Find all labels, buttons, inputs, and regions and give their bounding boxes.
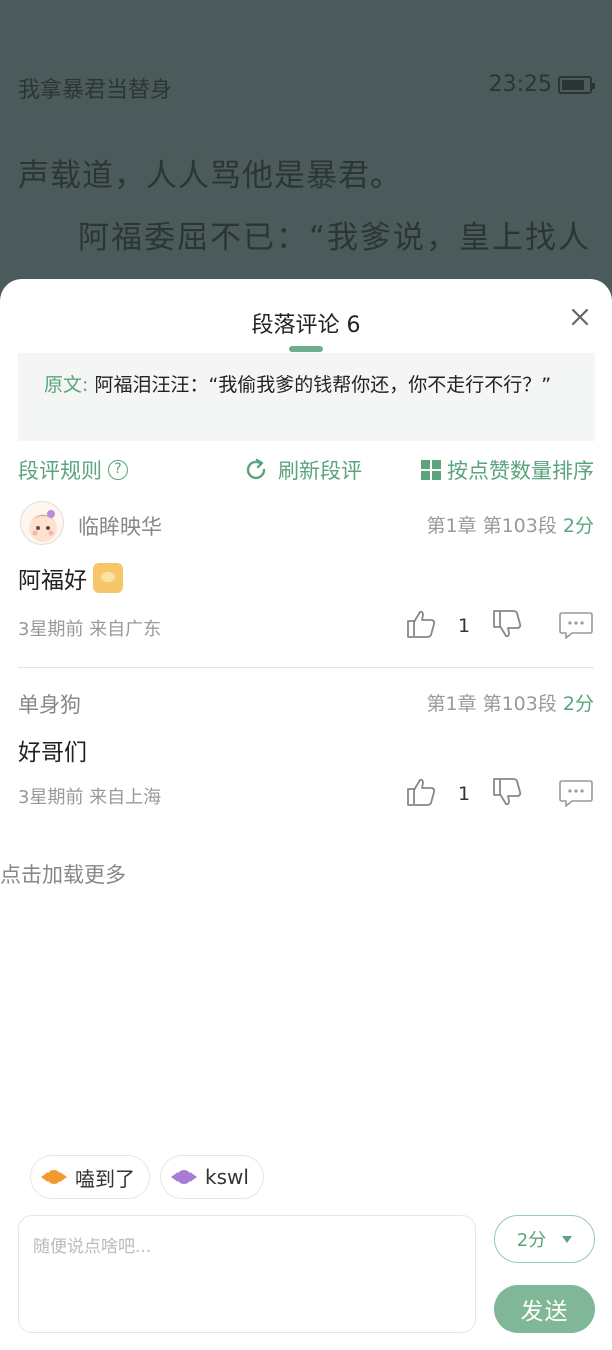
reply-icon[interactable] xyxy=(558,779,594,807)
quote-text: 阿福泪汪汪：“我偷我爹的钱帮你还，你不走行不行？” xyxy=(94,374,552,396)
paragraph-comment-sheet: 段落评论 6 原文: 阿福泪汪汪：“我偷我爹的钱帮你还，你不走行不行？” 段评规… xyxy=(0,279,612,1350)
tab-indicator xyxy=(289,346,323,352)
thumbs-up-icon[interactable] xyxy=(404,607,438,641)
divider xyxy=(18,667,594,668)
chip-label: kswl xyxy=(205,1165,249,1189)
comment-text: 好哥们 xyxy=(18,740,87,766)
grid-icon xyxy=(421,460,441,480)
score-value: 2分 xyxy=(516,1230,547,1251)
score-select[interactable]: 2分 xyxy=(494,1215,595,1263)
comment-item: 临眸映华 第1章 第103段 2分 阿福好 3星期前 来自广东 1 xyxy=(18,501,594,647)
comment-score: 2分 xyxy=(562,515,594,537)
refresh-icon xyxy=(246,458,266,480)
comment-item: 单身狗 第1章 第103段 2分 好哥们 3星期前 来自上海 1 xyxy=(18,679,594,815)
reply-icon[interactable] xyxy=(558,611,594,639)
send-button[interactable]: 发送 xyxy=(494,1285,595,1333)
sticker-emoji-icon xyxy=(93,563,123,593)
status-time: 23:25 xyxy=(488,72,552,97)
comment-score: 2分 xyxy=(562,693,594,715)
rules-link[interactable]: 段评规则 ? xyxy=(18,455,128,485)
rules-label: 段评规则 xyxy=(18,459,102,483)
like-count: 1 xyxy=(458,783,471,805)
reader-text-line: 阿福委屈不已：“我爹说，皇上找人 xyxy=(78,220,592,256)
username[interactable]: 临眸映华 xyxy=(78,511,162,541)
refresh-label: 刷新段评 xyxy=(278,459,362,483)
like-count: 1 xyxy=(458,615,471,637)
chip-label: 嗑到了 xyxy=(75,1166,135,1191)
thumbs-down-icon[interactable] xyxy=(490,775,524,809)
book-title: 我拿暴君当替身 xyxy=(18,78,173,103)
load-more-button[interactable]: 点击加载更多 xyxy=(0,859,126,889)
close-icon[interactable] xyxy=(568,305,592,329)
quick-chip[interactable]: 嗑到了 xyxy=(30,1155,150,1199)
comment-toolbar: 段评规则 ? 刷新段评 按点赞数量排序 xyxy=(18,455,594,485)
sheet-title: 段落评论 6 xyxy=(251,313,361,338)
purple-candy-icon xyxy=(171,1167,197,1187)
quick-reaction-chips: 嗑到了 kswl xyxy=(30,1155,264,1199)
avatar[interactable] xyxy=(20,501,64,545)
thumbs-up-icon[interactable] xyxy=(404,775,438,809)
comment-meta: 3星期前 来自广东 xyxy=(18,619,162,640)
thumbs-down-icon[interactable] xyxy=(490,607,524,641)
chevron-down-icon xyxy=(562,1235,573,1243)
reader-background: 我拿暴君当替身 23:25 声载道，人人骂他是暴君。 阿福委屈不已：“我爹说，皇… xyxy=(0,0,612,300)
sort-button[interactable]: 按点赞数量排序 xyxy=(421,455,594,485)
comment-location: 第1章 第103段 2分 xyxy=(426,693,594,715)
original-text-quote: 原文: 阿福泪汪汪：“我偷我爹的钱帮你还，你不走行不行？” xyxy=(18,353,595,441)
reader-text-line: 声载道，人人骂他是暴君。 xyxy=(18,158,402,194)
refresh-button[interactable]: 刷新段评 xyxy=(244,455,362,485)
comment-meta: 3星期前 来自上海 xyxy=(18,787,162,808)
username[interactable]: 单身狗 xyxy=(18,689,81,719)
help-icon: ? xyxy=(108,460,128,480)
battery-icon xyxy=(558,76,595,94)
comment-text: 阿福好 xyxy=(18,561,594,595)
comment-location: 第1章 第103段 2分 xyxy=(426,515,594,537)
orange-candy-icon xyxy=(41,1167,67,1187)
quick-chip[interactable]: kswl xyxy=(160,1155,264,1199)
comment-input[interactable]: 随便说点啥吧... xyxy=(18,1215,476,1333)
sort-label: 按点赞数量排序 xyxy=(447,459,594,483)
quote-label: 原文: xyxy=(44,374,89,396)
